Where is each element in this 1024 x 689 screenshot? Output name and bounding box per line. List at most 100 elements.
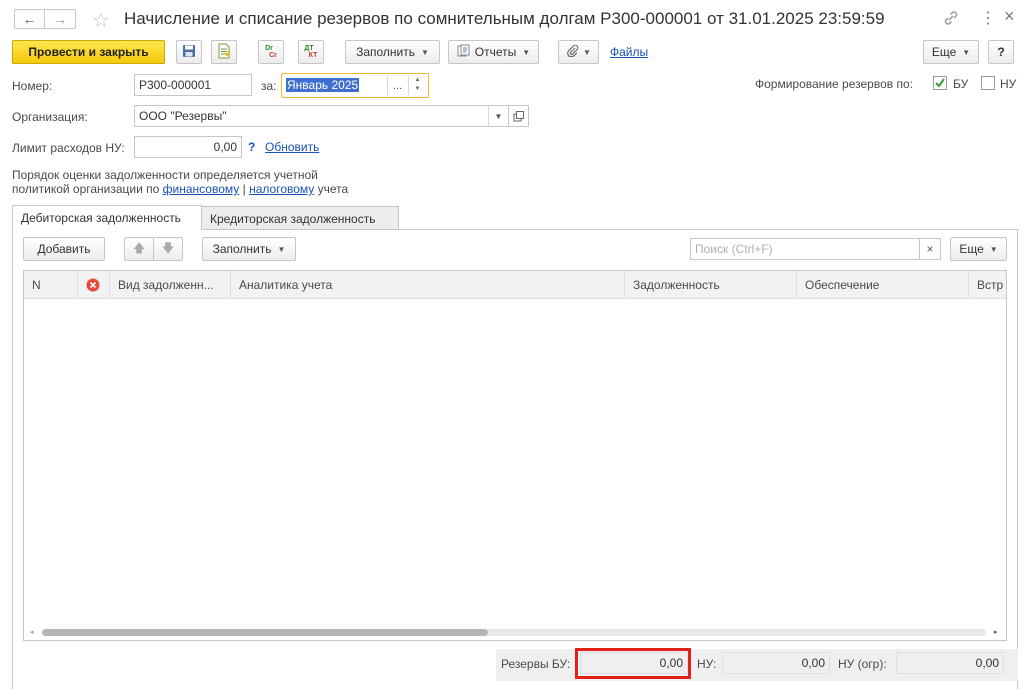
open-organization-button[interactable] [508,105,529,127]
open-icon [513,110,524,121]
nu-reserves-label: НУ: [697,657,717,671]
chevron-down-icon: ▼ [522,47,531,57]
number-field[interactable]: Р300-000001 [134,74,252,96]
dr-cr-button[interactable]: Dr Cr [258,40,284,64]
close-icon[interactable]: × [1004,6,1015,27]
policy-note-separator: | [239,182,250,196]
table-header: N Вид задолженн... Аналитика учета Задол… [24,271,1006,299]
add-button[interactable]: Добавить [23,237,105,261]
column-header-collateral[interactable]: Обеспечение [797,271,969,299]
chevron-down-icon: ▼ [583,47,591,57]
table-more-button[interactable]: Еще ▼ [950,237,1007,261]
attachments-button[interactable]: ▼ [558,40,599,64]
more-button[interactable]: Еще ▼ [923,40,979,64]
link-icon[interactable] [942,9,962,29]
post-button[interactable] [211,40,237,64]
column-header-error[interactable] [78,271,110,299]
policy-note-line1: Порядок оценки задолженности определяетс… [12,168,318,182]
table-fill-button[interactable]: Заполнить ▼ [202,237,296,261]
back-button[interactable]: ← [14,9,45,29]
limit-label: Лимит расходов НУ: [12,141,125,155]
debt-table[interactable]: N Вид задолженн... Аналитика учета Задол… [23,270,1007,641]
chevron-down-icon: ▼ [421,47,429,57]
clear-search-icon[interactable]: × [919,238,941,260]
period-label: за: [261,79,277,93]
policy-note-line2: политикой организации по финансовому | н… [12,182,348,196]
arrow-right-icon: → [53,11,67,27]
cr-icon: Cr [269,52,277,59]
page-title: Начисление и списание резервов по сомнит… [124,9,885,28]
nu-limited-label: НУ (огр): [838,657,887,671]
more-menu-icon[interactable]: ⋮ [980,8,996,28]
nu-reserves-field: 0,00 [722,652,830,674]
period-value: Январь 2025 [286,78,360,92]
tax-policy-link[interactable]: налоговому [249,182,314,196]
paperclip-icon [566,44,579,60]
checkmark-icon [935,78,945,88]
fill-button[interactable]: Заполнить ▼ [345,40,440,64]
limit-help-icon[interactable]: ? [248,140,255,154]
limit-field[interactable]: 0,00 [134,136,242,158]
nu-label: НУ [1000,77,1017,91]
period-field[interactable]: Январь 2025 ... ▲ ▼ [281,73,429,98]
bu-reserves-label: Резервы БУ: [501,657,571,671]
column-header-n[interactable]: N [24,271,78,299]
reserves-label: Формирование резервов по: [755,77,913,91]
policy-note-prefix: политикой организации по [12,182,163,196]
bu-label: БУ [953,77,969,91]
organization-value: ООО "Резервы" [139,109,227,123]
search-placeholder: Поиск (Ctrl+F) [695,242,773,256]
move-down-button[interactable]: 🡇 [153,237,183,261]
arrow-left-icon: ← [22,11,37,27]
files-link[interactable]: Файлы [610,45,648,59]
move-up-button[interactable]: 🡅 [124,237,154,261]
chevron-down-icon[interactable]: ▼ [488,106,508,126]
help-button[interactable]: ? [988,40,1014,64]
financial-policy-link[interactable]: финансовому [163,182,240,196]
reports-button[interactable]: Отчеты ▼ [448,40,539,64]
bu-checkbox[interactable] [933,76,947,90]
scroll-left-icon[interactable]: ◂ [30,628,34,636]
forward-button[interactable]: → [45,9,76,29]
arrow-down-icon: 🡇 [161,240,175,255]
reports-icon [457,44,470,60]
more-label: Еще [931,45,957,59]
chevron-down-icon: ▼ [277,244,286,254]
period-select-button[interactable]: ... [387,76,407,95]
column-header-analytics[interactable]: Аналитика учета [231,271,625,299]
scroll-right-icon[interactable]: ▸ [994,628,998,636]
fill-label: Заполнить [356,45,415,59]
organization-label: Организация: [12,110,88,124]
highlight-box [575,648,691,679]
column-header-debt-type[interactable]: Вид задолженн... [110,271,231,299]
period-spin-button[interactable]: ▲ ▼ [408,76,426,95]
organization-field[interactable]: ООО "Резервы" ▼ [134,105,509,127]
dt-icon: ДТ [304,45,314,52]
error-icon [86,278,100,292]
scrollbar-thumb[interactable] [42,629,488,636]
horizontal-scrollbar[interactable] [42,629,986,636]
column-header-debt[interactable]: Задолженность [625,271,797,299]
kt-icon: КТ [308,52,318,59]
chevron-down-icon: ▼ [962,47,971,57]
tab-receivables[interactable]: Дебиторская задолженность [12,205,202,230]
chevron-down-icon: ▼ [989,244,998,254]
post-document-icon [217,43,231,62]
dt-kt-button[interactable]: ДТ КТ [298,40,324,64]
policy-note-suffix: учета [314,182,349,196]
nu-limited-field: 0,00 [896,652,1004,674]
arrow-up-icon: 🡅 [132,240,146,255]
number-label: Номер: [12,79,53,93]
nu-checkbox[interactable] [981,76,995,90]
star-icon[interactable]: ☆ [92,8,110,33]
search-input[interactable]: Поиск (Ctrl+F) [690,238,920,260]
table-more-label: Еще [959,242,984,256]
column-header-extra[interactable]: Встр [969,271,1006,299]
save-button[interactable] [176,40,202,64]
post-and-close-button[interactable]: Провести и закрыть [12,40,165,64]
tab-payables[interactable]: Кредиторская задолженность [201,206,399,230]
update-link[interactable]: Обновить [265,140,319,154]
dr-icon: Dr [265,45,273,52]
table-fill-label: Заполнить [212,242,272,256]
save-icon [182,44,196,61]
